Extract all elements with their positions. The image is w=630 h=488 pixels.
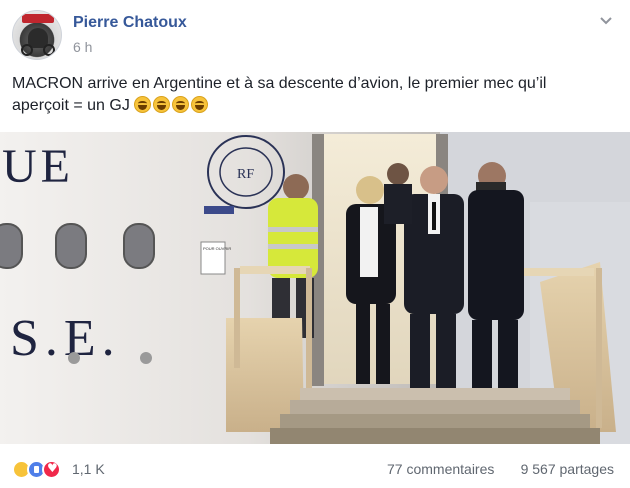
avatar-wheel: [43, 44, 55, 56]
avatar-wheel: [21, 44, 33, 56]
reaction-count[interactable]: 1,1 K: [72, 461, 105, 477]
laughing-tears-emoji-icon: [153, 96, 171, 113]
fuselage-bolt: [140, 352, 152, 364]
comments-count-link[interactable]: 77 commentaires: [387, 461, 494, 477]
laughing-tears-emoji-icon: [172, 96, 190, 113]
person-background: [384, 163, 412, 224]
author-name[interactable]: Pierre Chatoux: [73, 14, 187, 32]
laughing-tears-emoji-icon: [134, 96, 152, 113]
photo-scene: UE S.E. RF POUR OUVRIR: [0, 132, 630, 444]
avatar-badge: [22, 14, 54, 23]
post-text-line-2-text: aperçoit = un GJ: [12, 97, 130, 114]
love-reaction-icon: [42, 460, 61, 479]
plane-lettering-bottom: S.E.: [10, 310, 121, 367]
laughing-tears-emoji-icon: [191, 96, 209, 113]
post-text-line-2: aperçoit = un GJ: [12, 95, 618, 117]
chevron-down-icon[interactable]: [598, 12, 614, 28]
shares-count-link[interactable]: 9 567 partages: [521, 461, 614, 477]
fuselage-bolt: [68, 352, 80, 364]
stair-platform: [270, 388, 600, 444]
post-message: MACRON arrive en Argentine et à sa desce…: [12, 73, 618, 117]
author-avatar[interactable]: [12, 10, 62, 60]
flag-stripe: [204, 206, 234, 214]
emoji-row: [134, 96, 210, 114]
door-sign-text: POUR OUVRIR: [203, 246, 231, 251]
post-timestamp[interactable]: 6 h: [73, 39, 92, 55]
post-footer: 1,1 K 77 commentaires 9 567 partages: [12, 457, 618, 481]
post-photo[interactable]: UE S.E. RF POUR OUVRIR: [0, 132, 630, 444]
plane-lettering-top: UE: [2, 140, 74, 193]
seal-initials: RF: [237, 167, 254, 182]
post-header: Pierre Chatoux 6 h: [12, 10, 618, 62]
post-text-line-1: MACRON arrive en Argentine et à sa desce…: [12, 75, 547, 92]
